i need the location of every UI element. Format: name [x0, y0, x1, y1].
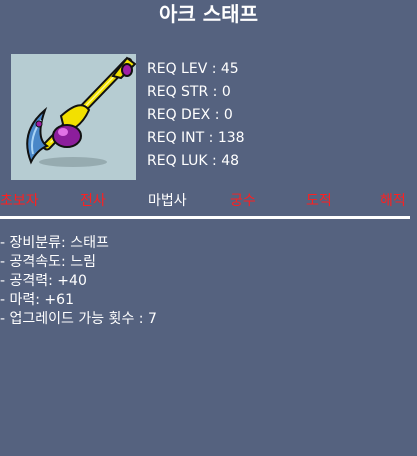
req-luk: REQ LUK : 48 [147, 153, 240, 169]
stat-upgrade-slots: - 업그레이드 가능 횟수 : 7 [0, 311, 157, 327]
arc-staff-icon [26, 56, 136, 167]
req-int: REQ INT : 138 [147, 130, 245, 146]
stat-magic-attack: - 마력: +61 [0, 292, 74, 308]
item-name: 아크 스태프 [159, 2, 258, 26]
req-level: REQ LEV : 45 [147, 61, 239, 77]
job-pirate: 해적 [380, 193, 406, 209]
requirements-list: REQ LEV : 45 REQ STR : 0 REQ DEX : 0 REQ… [147, 58, 245, 173]
job-beginner: 초보자 [0, 193, 39, 209]
stat-equipment-type: - 장비분류: 스태프 [0, 235, 109, 251]
divider [0, 216, 410, 219]
job-bowman: 궁수 [230, 193, 256, 209]
job-list: 초보자 전사 마법사 궁수 도적 해적 [0, 190, 417, 212]
job-warrior: 전사 [80, 193, 106, 209]
req-dex: REQ DEX : 0 [147, 107, 233, 123]
req-str: REQ STR : 0 [147, 84, 231, 100]
item-icon-frame [11, 54, 136, 180]
stat-attack: - 공격력: +40 [0, 273, 87, 289]
job-thief: 도적 [306, 193, 332, 209]
stat-attack-speed: - 공격속도: 느림 [0, 254, 96, 270]
stats-list: - 장비분류: 스태프 - 공격속도: 느림 - 공격력: +40 - 마력: … [0, 234, 157, 329]
job-magician: 마법사 [148, 193, 187, 209]
